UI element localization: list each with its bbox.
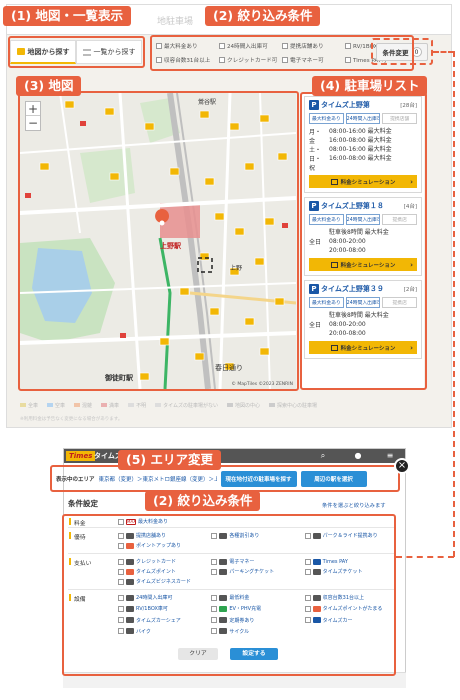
legend-item: 不明 [128,402,146,409]
annotation-box-area [50,465,400,492]
legend-item: タイムズの駐車場がない [155,402,218,409]
condition-hint-link[interactable]: 条件を選ぶと絞り込みます [322,501,386,509]
legend-label: 混雑 [82,402,93,409]
legend-label: 満車 [109,402,120,409]
legend-item: 空車 [47,402,65,409]
legend-item: 探索中心の駐車場 [269,402,317,409]
annotation-box-map [18,91,299,391]
page-heading-ghost: 地駐車場 [157,17,194,27]
search-icon[interactable]: ⌕ [319,451,327,460]
legend-label: 空車 [55,402,66,409]
annotation-connector [396,556,454,558]
legend-item: 混雑 [74,402,92,409]
menu-icon[interactable]: ≡ [386,451,394,460]
annotation-label-6: (2) 絞り込み条件 [145,491,261,511]
legend-item: 満車 [101,402,119,409]
annotation-box-conditions [62,514,396,676]
legend-item: 全車 [20,402,38,409]
annotation-box-change [371,38,433,65]
modal-top-bar: Times タイムズの駐 ⌕ ● ≡ [64,449,405,463]
legend-label: 探索中心の駐車場 [277,402,318,409]
user-icon[interactable]: ● [354,451,362,460]
annotation-connector [433,51,454,53]
legend-label: 全車 [28,402,39,409]
legend-item: 地図の中心 [226,402,260,409]
close-icon[interactable]: × [394,458,410,474]
annotation-box-parking-list [300,92,427,390]
condition-settings-title: 条件設定 [68,499,98,508]
annotation-label-5: (5) エリア変更 [118,450,221,470]
annotation-connector [453,51,455,557]
fee-note: ※利用料金は予告なく変更になる場合があります。 [20,417,123,422]
annotation-box-view-switch [8,36,145,68]
legend-label: 地図の中心 [234,402,260,409]
annotation-label-2: (2) 絞り込み条件 [205,6,321,26]
annotation-label-4: (4) 駐車場リスト [312,76,428,96]
legend-label: タイムズの駐車場がない [163,402,218,409]
map-legend: 全車 空車 混雑 満車 不明 タイムズの駐車場がない 地図の中心 探索中心の駐車… [20,400,430,410]
annotation-label-3: (3) 地図 [16,76,82,96]
legend-label: 不明 [136,402,147,409]
annotation-label-1: (1) 地図・一覧表示 [3,6,131,26]
times-logo: Times [66,451,96,461]
